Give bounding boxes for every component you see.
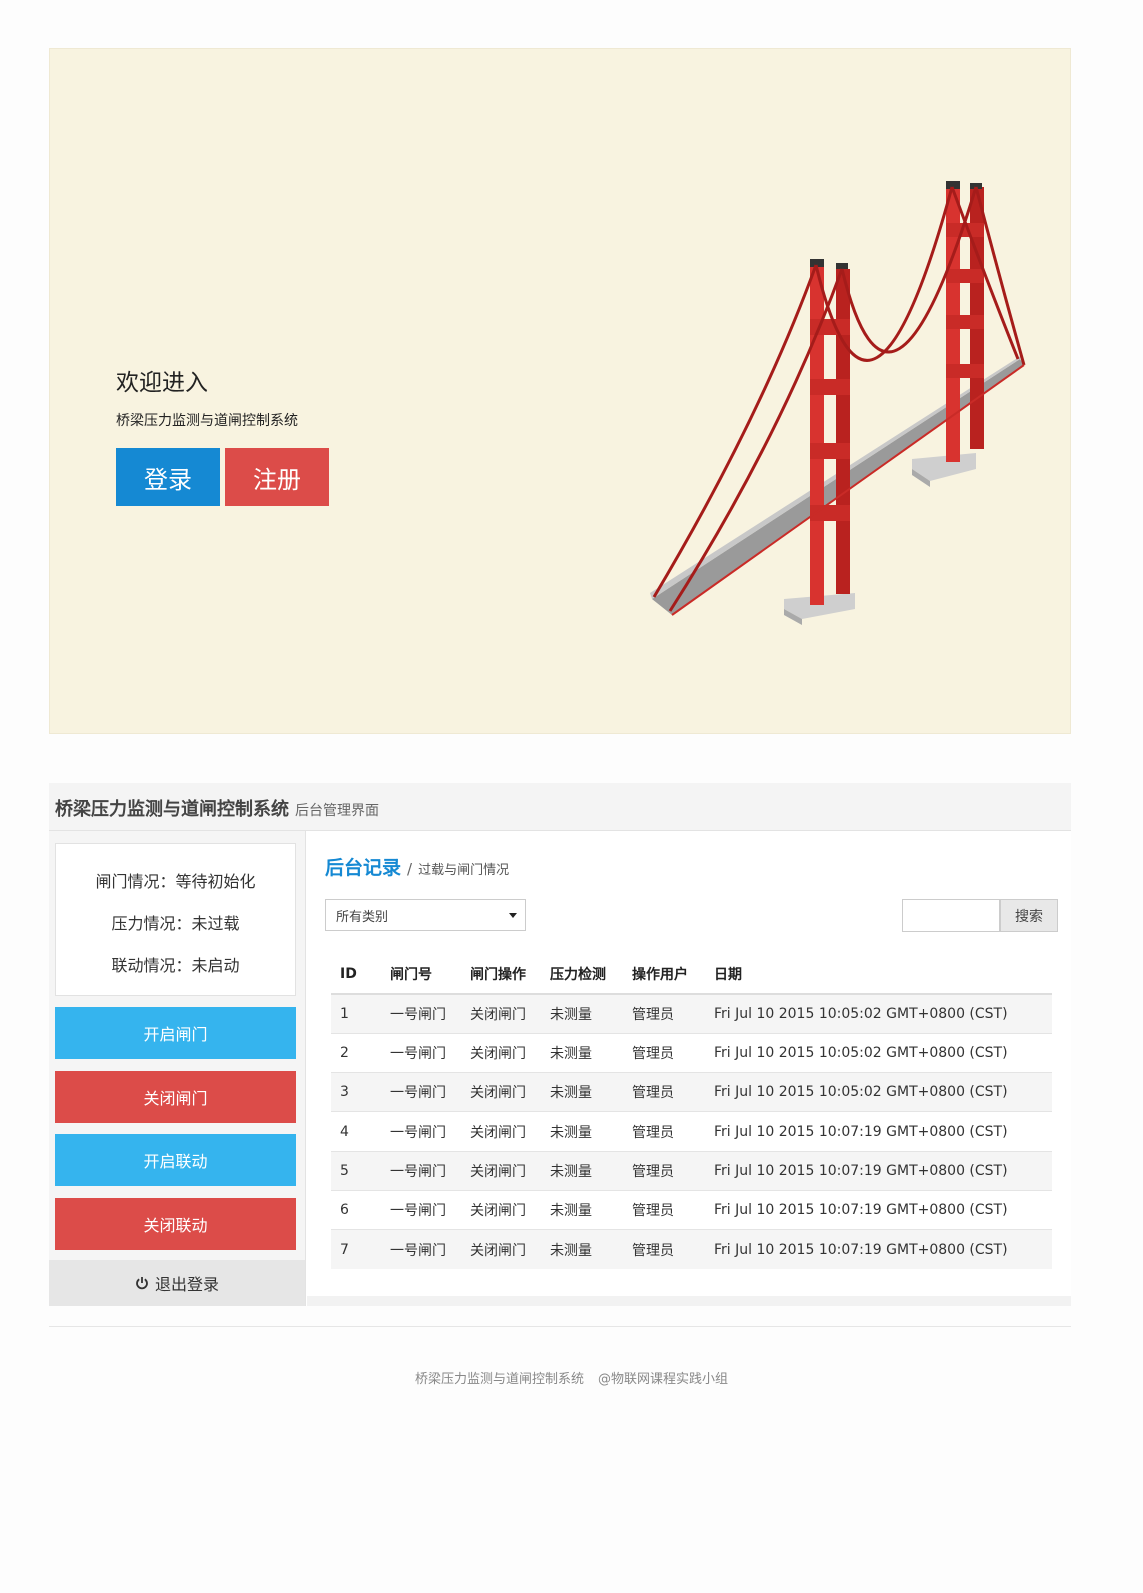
footer: 桥梁压力监测与道闸控制系统 @物联网课程实践小组 (0, 1368, 1143, 1387)
cell-gate: 一号闸门 (381, 1111, 461, 1152)
column-header-id: ID (331, 954, 381, 995)
cell-date: Fri Jul 10 2015 10:05:02 GMT+0800 (CST) (705, 993, 1052, 1034)
cell-id: 4 (331, 1111, 381, 1152)
caret-down-icon (509, 913, 517, 918)
hero-subtitle: 桥梁压力监测与道闸控制系统 (116, 413, 298, 429)
cell-gate: 一号闸门 (381, 993, 461, 1034)
search-button[interactable]: 搜索 (1000, 899, 1058, 932)
cell-id: 7 (331, 1229, 381, 1270)
cell-user: 管理员 (623, 1150, 705, 1191)
cell-pressure: 未测量 (541, 1072, 623, 1112)
cell-id: 2 (331, 1032, 381, 1073)
hero-title: 欢迎进入 (116, 370, 208, 396)
cell-gate: 一号闸门 (381, 1072, 461, 1112)
table-row: 2 一号闸门 关闭闸门 未测量 管理员 Fri Jul 10 2015 10:05:02 … (331, 1032, 1052, 1073)
table-row: 1 一号闸门 关闭闸门 未测量 管理员 Fri Jul 10 2015 10:05:02 … (331, 993, 1052, 1034)
breadcrumb-primary[interactable]: 后台记录 (325, 853, 401, 880)
cell-operation: 关闭闸门 (461, 1032, 541, 1073)
cell-operation: 关闭闸门 (461, 993, 541, 1034)
cell-pressure: 未测量 (541, 993, 623, 1034)
table-row: 5 一号闸门 关闭闸门 未测量 管理员 Fri Jul 10 2015 10:07:19 … (331, 1150, 1052, 1191)
cell-gate: 一号闸门 (381, 1229, 461, 1270)
cell-date: Fri Jul 10 2015 10:07:19 GMT+0800 (CST) (705, 1189, 1052, 1230)
cell-pressure: 未测量 (541, 1189, 623, 1230)
table-header-row: ID 闸门号 闸门操作 压力检测 操作用户 日期 (331, 954, 1052, 995)
close-linkage-button[interactable]: 关闭联动 (55, 1198, 296, 1250)
cell-user: 管理员 (623, 1072, 705, 1112)
cell-user: 管理员 (623, 993, 705, 1034)
cell-user: 管理员 (623, 1032, 705, 1073)
admin-subtitle: 后台管理界面 (295, 803, 379, 819)
cell-operation: 关闭闸门 (461, 1072, 541, 1112)
breadcrumb: 后台记录 / 过载与闸门情况 (325, 853, 509, 880)
power-icon (136, 1277, 148, 1290)
cell-gate: 一号闸门 (381, 1150, 461, 1191)
close-gate-button[interactable]: 关闭闸门 (55, 1071, 296, 1123)
gate-status: 闸门情况：等待初始化 (95, 872, 256, 891)
cell-operation: 关闭闸门 (461, 1150, 541, 1191)
cell-date: Fri Jul 10 2015 10:05:02 GMT+0800 (CST) (705, 1032, 1052, 1073)
table-row: 6 一号闸门 关闭闸门 未测量 管理员 Fri Jul 10 2015 10:07:19 … (331, 1189, 1052, 1230)
cell-id: 5 (331, 1150, 381, 1191)
column-header-date: 日期 (705, 954, 1052, 995)
cell-gate: 一号闸门 (381, 1032, 461, 1073)
login-button[interactable]: 登录 (116, 448, 220, 506)
column-header-pressure: 压力检测 (541, 954, 623, 995)
content-bottom-bar (307, 1296, 1071, 1306)
cell-pressure: 未测量 (541, 1111, 623, 1152)
open-gate-button[interactable]: 开启闸门 (55, 1007, 296, 1059)
cell-operation: 关闭闸门 (461, 1229, 541, 1270)
column-header-user: 操作用户 (623, 954, 705, 995)
cell-pressure: 未测量 (541, 1229, 623, 1270)
cell-date: Fri Jul 10 2015 10:07:19 GMT+0800 (CST) (705, 1229, 1052, 1270)
main-content: 后台记录 / 过载与闸门情况 所有类别 搜索 ID 闸门号 闸门操作 压力检测 … (307, 831, 1071, 1306)
logout-button[interactable]: 退出登录 (49, 1260, 305, 1306)
cell-operation: 关闭闸门 (461, 1111, 541, 1152)
linkage-status: 联动情况：未启动 (111, 956, 240, 975)
open-linkage-button[interactable]: 开启联动 (55, 1134, 296, 1186)
search-input[interactable] (902, 899, 1000, 932)
footer-divider (49, 1326, 1071, 1327)
cell-id: 3 (331, 1072, 381, 1112)
cell-pressure: 未测量 (541, 1150, 623, 1191)
cell-date: Fri Jul 10 2015 10:07:19 GMT+0800 (CST) (705, 1111, 1052, 1152)
footer-system: 桥梁压力监测与道闸控制系统 (414, 1372, 584, 1387)
footer-credit: @物联网课程实践小组 (598, 1372, 729, 1387)
category-select[interactable]: 所有类别 (325, 899, 526, 931)
cell-id: 1 (331, 993, 381, 1034)
cell-id: 6 (331, 1189, 381, 1230)
table-row: 4 一号闸门 关闭闸门 未测量 管理员 Fri Jul 10 2015 10:07:19 … (331, 1111, 1052, 1152)
admin-title: 桥梁压力监测与道闸控制系统 (55, 799, 289, 820)
cell-gate: 一号闸门 (381, 1189, 461, 1230)
cell-user: 管理员 (623, 1111, 705, 1152)
register-button[interactable]: 注册 (225, 448, 329, 506)
table-body: 1 一号闸门 关闭闸门 未测量 管理员 Fri Jul 10 2015 10:05:02 … (331, 993, 1052, 1270)
bridge-illustration (650, 181, 1026, 625)
breadcrumb-separator: / (407, 860, 413, 878)
category-select-value: 所有类别 (336, 909, 389, 925)
cell-operation: 关闭闸门 (461, 1189, 541, 1230)
cell-date: Fri Jul 10 2015 10:07:19 GMT+0800 (CST) (705, 1150, 1052, 1191)
cell-user: 管理员 (623, 1229, 705, 1270)
admin-panel: 桥梁压力监测与道闸控制系统 后台管理界面 闸门情况：等待初始化 压力情况：未过载… (49, 783, 1071, 1306)
admin-header: 桥梁压力监测与道闸控制系统 后台管理界面 (49, 783, 1071, 831)
cell-date: Fri Jul 10 2015 10:05:02 GMT+0800 (CST) (705, 1072, 1052, 1112)
breadcrumb-secondary: 过载与闸门情况 (418, 863, 510, 878)
cell-user: 管理员 (623, 1189, 705, 1230)
status-panel: 闸门情况：等待初始化 压力情况：未过载 联动情况：未启动 (55, 843, 296, 996)
logout-label: 退出登录 (154, 1275, 219, 1294)
column-header-gate: 闸门号 (381, 954, 461, 995)
table-row: 3 一号闸门 关闭闸门 未测量 管理员 Fri Jul 10 2015 10:05:02 … (331, 1072, 1052, 1112)
cell-pressure: 未测量 (541, 1032, 623, 1073)
sidebar: 闸门情况：等待初始化 压力情况：未过载 联动情况：未启动 开启闸门 关闭闸门 开… (49, 831, 306, 1306)
records-table: ID 闸门号 闸门操作 压力检测 操作用户 日期 1 一号闸门 关闭闸门 未测量 管理员… (331, 954, 1052, 1270)
pressure-status: 压力情况：未过载 (111, 914, 240, 933)
column-header-operation: 闸门操作 (461, 954, 541, 995)
table-row: 7 一号闸门 关闭闸门 未测量 管理员 Fri Jul 10 2015 10:07:19 … (331, 1229, 1052, 1270)
hero-banner: 欢迎进入 桥梁压力监测与道闸控制系统 登录 注册 (49, 48, 1071, 734)
